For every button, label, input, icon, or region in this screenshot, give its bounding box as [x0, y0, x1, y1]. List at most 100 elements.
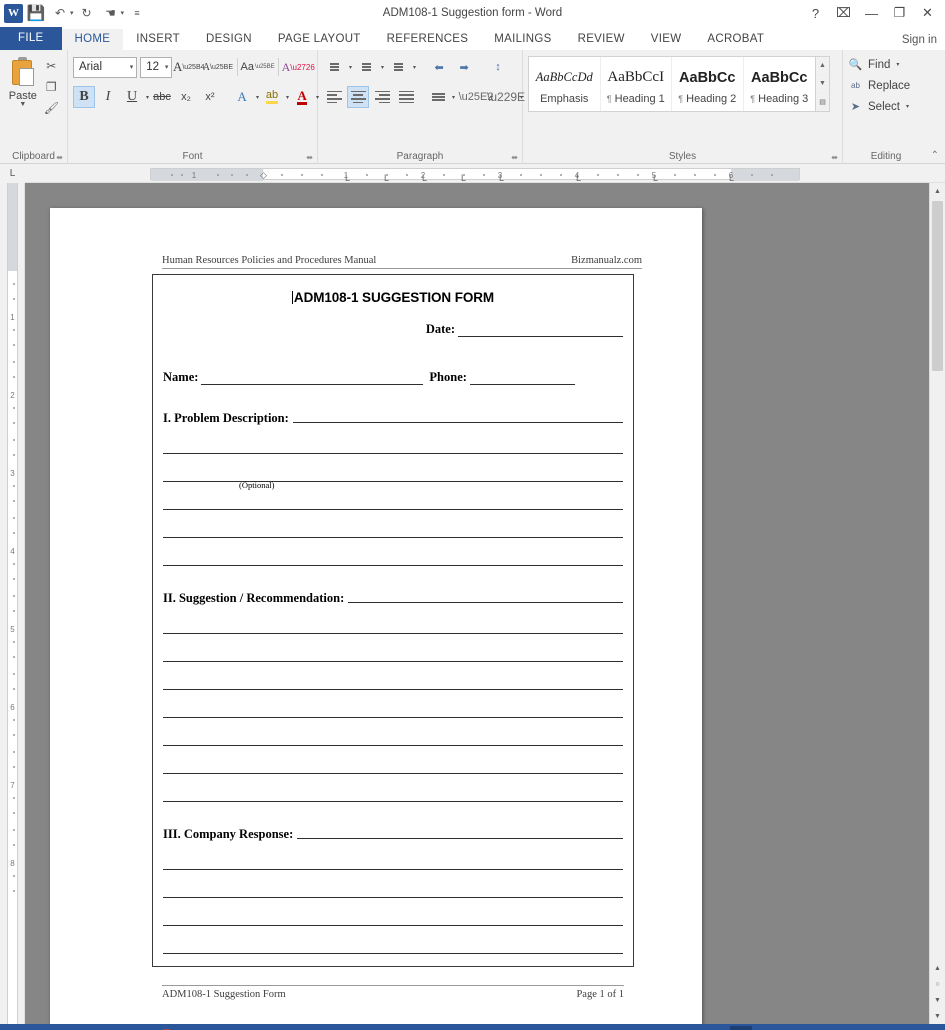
ribbon-display-options-button[interactable]: ⌧	[830, 2, 857, 24]
scrollbar-thumb[interactable]	[932, 201, 943, 371]
section-heading-line[interactable]	[297, 838, 623, 839]
next-page-icon[interactable]: ▼	[930, 992, 945, 1008]
form-blank-line[interactable]	[163, 745, 623, 746]
underline-dropdown-icon[interactable]: ▾	[146, 94, 149, 101]
shading-icon[interactable]: \u25E2	[459, 86, 494, 108]
name-phone-row[interactable]: Name: Phone: (Optional)	[153, 370, 633, 490]
document-page[interactable]: Human Resources Policies and Procedures …	[50, 208, 702, 1024]
vertical-ruler-track[interactable]: 1 2 3 4 5 6 7 8	[7, 183, 18, 1024]
shrink-font-icon[interactable]: A \u25BE	[203, 56, 233, 78]
paragraph-dialog-launcher[interactable]: ⬌	[511, 153, 518, 162]
font-dialog-launcher[interactable]: ⬌	[306, 153, 313, 162]
font-size-combo[interactable]: 12 ▾	[140, 56, 173, 78]
tab-design[interactable]: DESIGN	[193, 29, 265, 50]
paste-button[interactable]: Paste ▼	[5, 55, 41, 108]
replace-button[interactable]: ab Replace	[848, 75, 924, 96]
bullets-icon[interactable]	[323, 56, 345, 78]
highlight-dropdown-icon[interactable]: ▾	[286, 94, 289, 101]
text-highlight-button[interactable]: ab	[261, 86, 283, 108]
form-blank-line[interactable]	[163, 925, 623, 926]
vertical-scrollbar[interactable]: ▲ ▲ ○ ▼ ▼	[929, 183, 945, 1024]
tab-insert[interactable]: INSERT	[123, 29, 193, 50]
scroll-up-icon[interactable]: ▲	[930, 183, 945, 199]
document-footer[interactable]: ADM108-1 Suggestion Form Page 1 of 1	[162, 985, 624, 1000]
tab-stop-marker[interactable]: L	[422, 173, 427, 183]
tab-review[interactable]: REVIEW	[565, 29, 638, 50]
restore-button[interactable]: ❐	[886, 2, 913, 24]
clear-formatting-icon[interactable]: A \u2726	[282, 56, 315, 78]
styles-more-icon[interactable]: ▤	[816, 94, 829, 111]
horizontal-ruler-track[interactable]: 1 1 2 3 4 5 6 ◇ L L L L L L L L	[150, 168, 800, 183]
select-dropdown-icon[interactable]: ▾	[906, 103, 909, 110]
collapse-ribbon-icon[interactable]: ⌃	[931, 150, 939, 161]
form-blank-line[interactable]	[163, 897, 623, 898]
text-effects-button[interactable]: A	[231, 86, 253, 108]
styles-scroll-up-icon[interactable]: ▲	[816, 57, 829, 76]
save-icon[interactable]: 💾	[25, 2, 47, 24]
tab-mailings[interactable]: MAILINGS	[481, 29, 564, 50]
font-name-combo[interactable]: Arial ▾	[73, 56, 138, 78]
touch-mode-dropdown-icon[interactable]: ▾	[121, 9, 125, 17]
form-blank-line[interactable]	[163, 453, 623, 454]
font-color-button[interactable]: A	[291, 86, 313, 108]
align-left-icon[interactable]	[323, 86, 345, 108]
form-blank-line[interactable]	[163, 689, 623, 690]
underline-button[interactable]: U	[121, 86, 143, 108]
font-name-dropdown-icon[interactable]: ▾	[126, 63, 134, 71]
tab-page-layout[interactable]: PAGE LAYOUT	[265, 29, 374, 50]
superscript-button[interactable]: x²	[199, 86, 221, 108]
phone-input-line[interactable]	[469, 370, 575, 385]
styles-dialog-launcher[interactable]: ⬌	[831, 153, 838, 162]
close-button[interactable]: ✕	[914, 2, 941, 24]
numbering-icon[interactable]	[355, 56, 377, 78]
tab-selector-button[interactable]: L	[0, 164, 25, 183]
form-blank-line[interactable]	[163, 537, 623, 538]
subscript-button[interactable]: x₂	[175, 86, 197, 108]
help-button[interactable]: ?	[802, 2, 829, 24]
form-border-box[interactable]: ADM108-1 SUGGESTION FORM Date: Name: Pho…	[152, 274, 634, 967]
tab-stop-marker[interactable]: L	[384, 173, 389, 183]
form-blank-line[interactable]	[163, 633, 623, 634]
browse-object-icon[interactable]: ○	[930, 976, 945, 992]
style-emphasis[interactable]: AaBbCcDd Emphasis	[529, 57, 601, 111]
line-spacing-dropdown-icon[interactable]: ▾	[452, 94, 455, 101]
print-layout-button[interactable]: ☷	[730, 1026, 752, 1030]
undo-dropdown-icon[interactable]: ▾	[70, 9, 74, 17]
date-input-line[interactable]	[458, 322, 623, 337]
sign-in-link[interactable]: Sign in	[902, 34, 937, 46]
change-case-icon[interactable]: Aa \u25BE	[240, 56, 274, 78]
read-mode-button[interactable]: 📖	[699, 1026, 721, 1030]
form-blank-line[interactable]	[163, 481, 623, 482]
scroll-down-icon[interactable]: ▼	[930, 1008, 945, 1024]
undo-icon[interactable]: ↶	[49, 2, 71, 24]
vertical-ruler[interactable]: 1 2 3 4 5 6 7 8	[0, 183, 25, 1024]
tab-stop-marker[interactable]: L	[576, 173, 581, 183]
horizontal-ruler[interactable]: L 1 1 2 3 4 5 6 ◇ L L L L L L L L	[0, 164, 945, 183]
format-painter-icon[interactable]: 🖌	[44, 101, 59, 119]
minimize-button[interactable]: —	[858, 2, 885, 24]
section-heading-line[interactable]	[292, 422, 623, 423]
tab-stop-marker[interactable]: L	[729, 173, 734, 183]
tab-home[interactable]: HOME	[61, 29, 124, 50]
indent-marker[interactable]: ◇	[260, 170, 267, 181]
form-blank-line[interactable]	[163, 717, 623, 718]
tab-file[interactable]: FILE	[0, 27, 62, 50]
strikethrough-button[interactable]: abc	[151, 86, 173, 108]
document-header[interactable]: Human Resources Policies and Procedures …	[162, 255, 642, 269]
styles-scroll-down-icon[interactable]: ▼	[816, 75, 829, 94]
increase-indent-icon[interactable]: ➡	[453, 56, 475, 78]
redo-icon[interactable]: ↻	[76, 2, 98, 24]
multilevel-list-icon[interactable]	[387, 56, 409, 78]
name-input-line[interactable]	[201, 370, 424, 385]
form-blank-line[interactable]	[163, 869, 623, 870]
section-heading-line[interactable]	[348, 602, 623, 603]
numbering-dropdown-icon[interactable]: ▾	[381, 64, 384, 71]
multilevel-list-dropdown-icon[interactable]: ▾	[413, 64, 416, 71]
tab-stop-marker[interactable]: L	[461, 173, 466, 183]
select-button[interactable]: ➤ Select ▾	[848, 96, 924, 117]
previous-page-icon[interactable]: ▲	[930, 960, 945, 976]
form-blank-line[interactable]	[163, 773, 623, 774]
text-effects-dropdown-icon[interactable]: ▾	[256, 94, 259, 101]
paste-dropdown-icon[interactable]: ▼	[19, 101, 26, 108]
find-dropdown-icon[interactable]: ▾	[896, 61, 899, 68]
